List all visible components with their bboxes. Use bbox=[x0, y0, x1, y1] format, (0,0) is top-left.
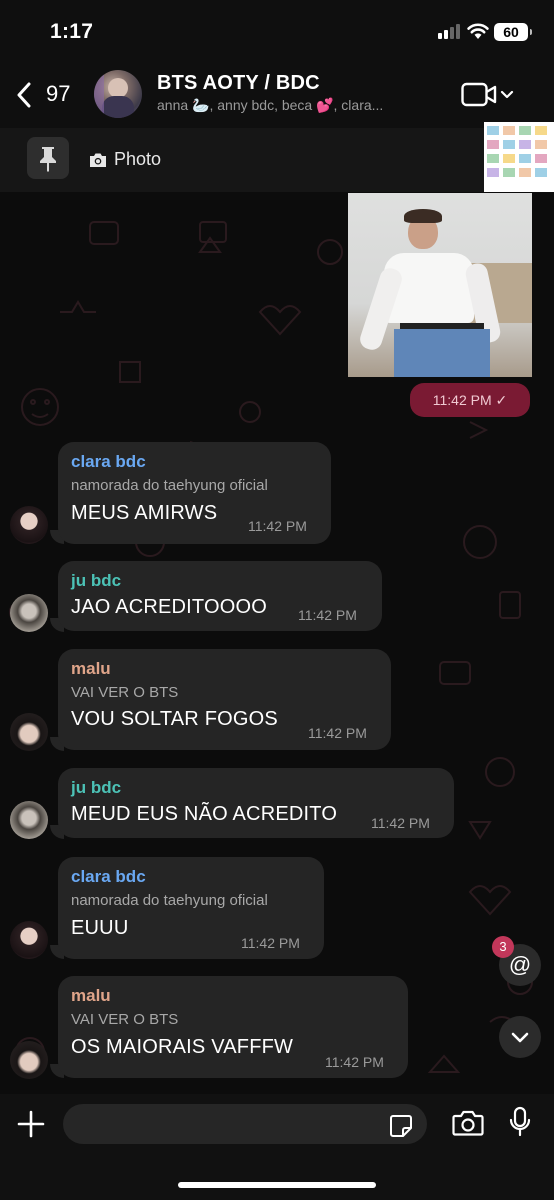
cellular-signal-icon bbox=[438, 24, 460, 39]
message-sender[interactable]: ju bdc bbox=[71, 778, 121, 798]
message-bubble[interactable]: ju bdc JAO ACREDITOOOO 11:42 PM bbox=[58, 561, 382, 631]
sticker-icon[interactable] bbox=[389, 1114, 413, 1138]
message-sender[interactable]: ju bdc bbox=[71, 571, 121, 591]
message-bubble[interactable]: malu VAI VER O BTS OS MAIORAIS VAFFFW 11… bbox=[58, 976, 408, 1078]
member-tag: namorada do taehyung oficial bbox=[71, 477, 268, 494]
microphone-icon[interactable] bbox=[509, 1106, 531, 1138]
message-bubble[interactable]: ju bdc MEUD EUS NÃO ACREDITO 11:42 PM bbox=[58, 768, 454, 838]
pinned-message-bar[interactable]: Photo bbox=[0, 122, 554, 192]
pin-icon[interactable] bbox=[27, 137, 69, 179]
back-chevron-icon[interactable] bbox=[16, 82, 32, 108]
status-time: 1:17 bbox=[50, 20, 94, 43]
chat-area[interactable]: 11:42 PM ✓ clara bdc namorada do taehyun… bbox=[0, 192, 554, 1094]
wifi-icon bbox=[467, 23, 489, 39]
member-tag: VAI VER O BTS bbox=[71, 1011, 179, 1028]
message-text: OS MAIORAIS VAFFFW bbox=[71, 1036, 294, 1058]
sender-avatar[interactable] bbox=[10, 801, 48, 839]
message-bubble[interactable]: malu VAI VER O BTS VOU SOLTAR FOGOS 11:4… bbox=[58, 649, 391, 750]
sender-avatar[interactable] bbox=[10, 1041, 48, 1079]
home-indicator bbox=[178, 1182, 376, 1188]
status-bar: 1:17 60 bbox=[0, 0, 554, 62]
message-sender[interactable]: clara bdc bbox=[71, 452, 146, 472]
camera-icon bbox=[90, 153, 106, 167]
message-bubble[interactable]: clara bdc namorada do taehyung oficial E… bbox=[58, 857, 324, 959]
group-members[interactable]: anna 🦢, anny bdc, beca 💕, clara... bbox=[157, 97, 437, 114]
sender-avatar[interactable] bbox=[10, 713, 48, 751]
sent-photo[interactable] bbox=[348, 193, 532, 377]
chat-header: 97 BTS AOTY / BDC anna 🦢, anny bdc, beca… bbox=[0, 62, 554, 128]
battery-indicator: 60 bbox=[494, 23, 532, 41]
message-text: JAO ACREDITOOOO bbox=[71, 596, 267, 618]
sender-avatar[interactable] bbox=[10, 594, 48, 632]
message-text: MEUS AMIRWS bbox=[71, 502, 218, 524]
scroll-down-button[interactable] bbox=[499, 1016, 541, 1058]
message-bubble[interactable]: clara bdc namorada do taehyung oficial M… bbox=[58, 442, 331, 544]
video-call-icon[interactable] bbox=[461, 82, 515, 108]
pinned-thumbnail[interactable] bbox=[484, 122, 554, 192]
message-text: MEUD EUS NÃO ACREDITO bbox=[71, 803, 338, 825]
member-tag: VAI VER O BTS bbox=[71, 684, 179, 701]
pinned-label: Photo bbox=[88, 149, 161, 170]
message-input-bar bbox=[0, 1094, 554, 1200]
chevron-down-icon bbox=[511, 1032, 529, 1043]
message-sender[interactable]: clara bdc bbox=[71, 867, 146, 887]
group-avatar[interactable] bbox=[94, 70, 142, 118]
sender-avatar[interactable] bbox=[10, 506, 48, 544]
message-time: 11:42 PM bbox=[308, 725, 367, 741]
message-sender[interactable]: malu bbox=[71, 986, 111, 1006]
message-text: EUUU bbox=[71, 917, 129, 939]
message-text: VOU SOLTAR FOGOS bbox=[71, 708, 278, 730]
message-sender[interactable]: malu bbox=[71, 659, 111, 679]
message-time: 11:42 PM bbox=[248, 518, 307, 534]
message-input[interactable] bbox=[63, 1104, 427, 1144]
camera-icon[interactable] bbox=[452, 1110, 484, 1136]
pinned-text: Photo bbox=[114, 149, 162, 169]
back-unread-count[interactable]: 97 bbox=[46, 81, 70, 107]
sent-message-time: 11:42 PM ✓ bbox=[410, 383, 530, 417]
message-time: 11:42 PM bbox=[325, 1054, 384, 1070]
group-title[interactable]: BTS AOTY / BDC bbox=[157, 72, 320, 95]
message-time: 11:42 PM bbox=[241, 935, 300, 951]
message-time: 11:42 PM bbox=[298, 607, 357, 623]
member-tag: namorada do taehyung oficial bbox=[71, 892, 268, 909]
message-time: 11:42 PM bbox=[371, 815, 430, 831]
plus-icon[interactable] bbox=[16, 1109, 46, 1139]
sender-avatar[interactable] bbox=[10, 921, 48, 959]
mentions-count-badge: 3 bbox=[492, 936, 514, 958]
